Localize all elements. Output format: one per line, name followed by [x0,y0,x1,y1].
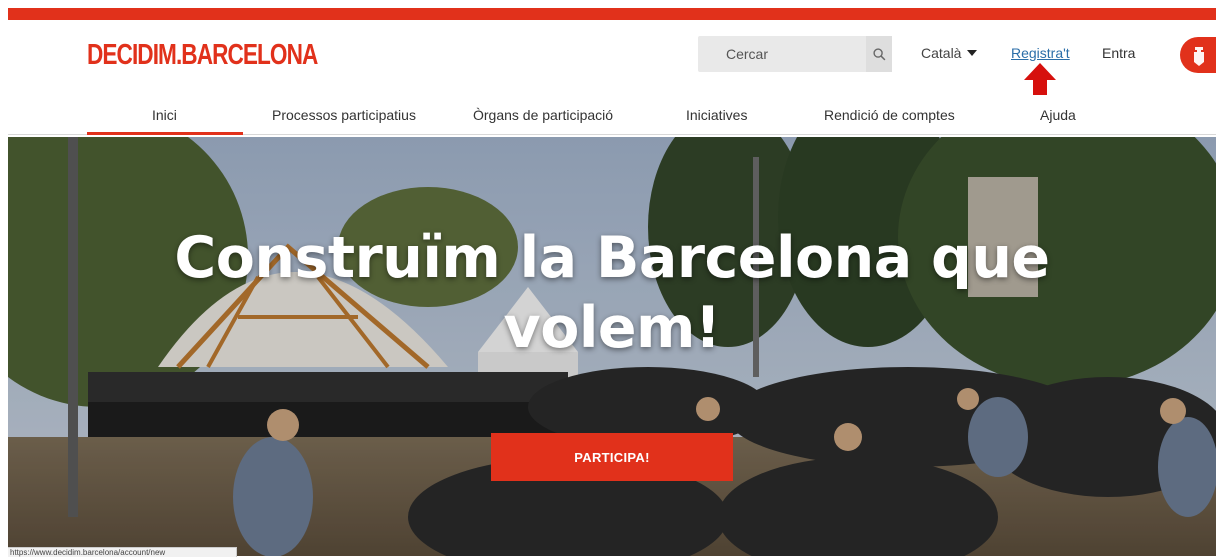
hero-banner: Construïm la Barcelona que volem! PARTIC… [8,137,1216,556]
language-selector[interactable]: Català [921,45,978,61]
search-box [698,36,892,72]
city-crest-icon [1194,47,1204,66]
site-logo[interactable]: DECIDIM.BARCELONA [87,38,318,72]
language-label: Català [921,45,962,61]
nav-item-ajuda[interactable]: Ajuda [1040,107,1076,123]
nav-item-processos[interactable]: Processos participatius [272,107,416,123]
nav-item-rendicio[interactable]: Rendició de comptes [824,107,955,123]
top-accent-bar [8,8,1216,20]
main-navigation: Inici Processos participatius Òrgans de … [0,96,1218,136]
login-link[interactable]: Entra [1102,45,1135,61]
nav-item-iniciatives[interactable]: Iniciatives [686,107,747,123]
nav-active-indicator [87,132,243,135]
nav-item-organs[interactable]: Òrgans de participació [473,107,613,123]
register-link[interactable]: Registra't [1011,45,1070,61]
search-icon [872,47,885,60]
chevron-down-icon [967,50,978,56]
search-button[interactable] [866,36,892,72]
arrow-up-icon [1024,63,1056,95]
search-input[interactable] [698,36,864,72]
hero-title: Construïm la Barcelona que volem! [174,225,1050,361]
participa-button[interactable]: PARTICIPA! [491,433,733,481]
barcelona-city-logo[interactable] [1180,37,1216,73]
nav-item-inici[interactable]: Inici [152,107,177,123]
